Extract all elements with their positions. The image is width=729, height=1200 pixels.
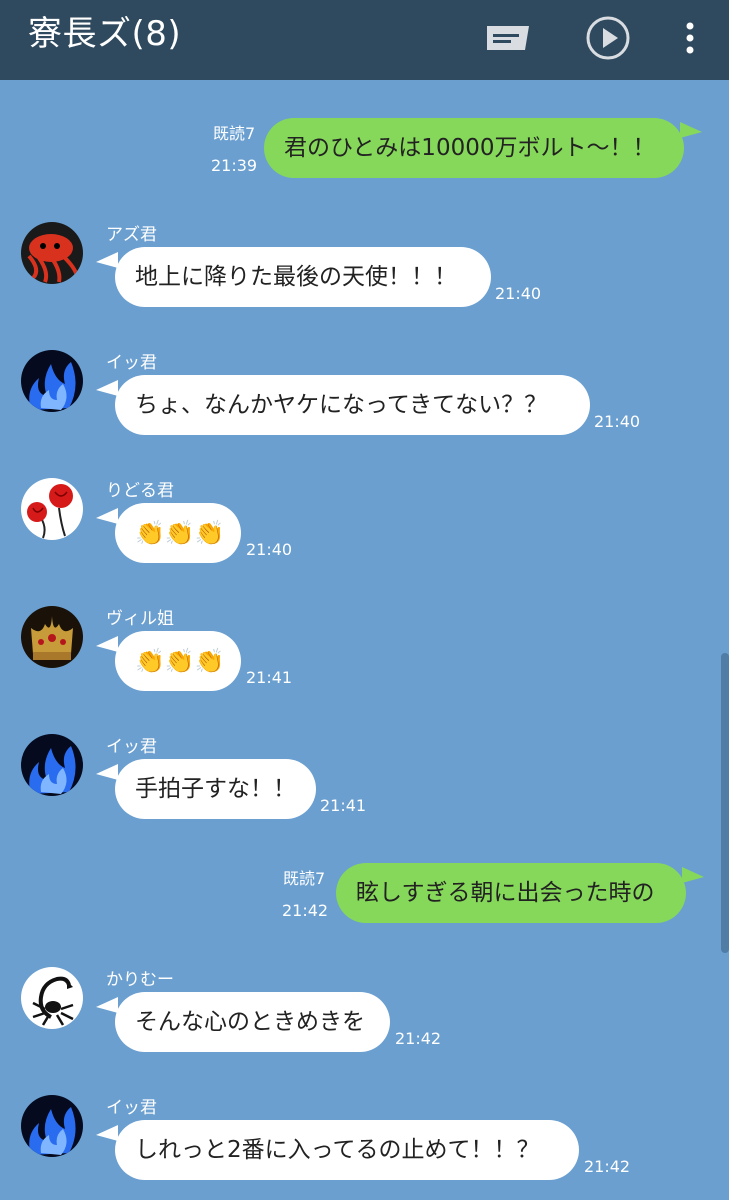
chat-header: 寮長ズ(8)	[0, 0, 729, 80]
bubble-tail	[96, 636, 118, 652]
message-row-incoming: イッ君 手拍子すな！！ 21:41	[0, 734, 729, 824]
read-receipt: 既読7	[283, 869, 326, 888]
message-bubble[interactable]: 地上に降りた最後の天使！！！	[115, 247, 491, 307]
play-icon[interactable]	[584, 14, 632, 62]
roses-avatar[interactable]	[21, 478, 83, 540]
bubble-tail	[96, 252, 118, 268]
message-time: 21:40	[246, 540, 293, 559]
message-time: 21:41	[246, 668, 293, 687]
message-time: 21:41	[320, 796, 367, 815]
message-bubble[interactable]: 👏👏👏	[115, 503, 241, 563]
octopus-avatar[interactable]	[21, 222, 83, 284]
message-row-incoming: イッ君 しれっと2番に入ってるの止めて！！？ 21:42	[0, 1095, 729, 1185]
bubble-tail	[96, 508, 118, 524]
message-row-incoming: アズ君 地上に降りた最後の天使！！！ 21:40	[0, 222, 729, 312]
bubble-tail	[96, 1125, 118, 1141]
sender-name: かりむー	[106, 970, 174, 990]
read-receipt: 既読7	[213, 124, 256, 143]
sender-name: イッ君	[106, 737, 157, 757]
blue-flame-avatar[interactable]	[21, 734, 83, 796]
blue-flame-avatar[interactable]	[21, 1095, 83, 1157]
crown-avatar[interactable]	[21, 606, 83, 668]
message-bubble[interactable]: ちょ、なんかヤケになってきてない？？	[115, 375, 590, 435]
message-bubble[interactable]: しれっと2番に入ってるの止めて！！？	[115, 1120, 579, 1180]
bubble-tail	[96, 997, 118, 1013]
message-time: 21:42	[395, 1029, 442, 1048]
blue-flame-avatar[interactable]	[21, 350, 83, 412]
sender-name: ヴィル姐	[106, 609, 174, 629]
message-bubble[interactable]: 眩しすぎる朝に出会った時の	[336, 863, 686, 923]
scorpion-avatar[interactable]	[21, 967, 83, 1029]
message-bubble[interactable]: 君のひとみは10000万ボルト〜！！	[264, 118, 684, 178]
message-bubble[interactable]: 👏👏👏	[115, 631, 241, 691]
sender-name: イッ君	[106, 1098, 157, 1118]
message-time: 21:39	[211, 156, 258, 175]
more-vertical-icon[interactable]	[666, 14, 714, 62]
message-row-incoming: イッ君 ちょ、なんかヤケになってきてない？？ 21:40	[0, 350, 729, 440]
message-time: 21:40	[594, 412, 641, 431]
sender-name: アズ君	[106, 225, 157, 245]
chat-title: 寮長ズ(8)	[28, 14, 182, 54]
message-time: 21:42	[282, 901, 329, 920]
message-row-outgoing: 既読7 21:42 眩しすぎる朝に出会った時の	[0, 863, 729, 933]
message-row-incoming: かりむー そんな心のときめきを 21:42	[0, 967, 729, 1057]
message-row-incoming: りどる君 👏👏👏 21:40	[0, 478, 729, 568]
bubble-tail	[682, 867, 704, 883]
message-row-incoming: ヴィル姐 👏👏👏 21:41	[0, 606, 729, 696]
bubble-tail	[96, 380, 118, 396]
bubble-tail	[96, 764, 118, 780]
message-time: 21:42	[584, 1157, 631, 1176]
note-icon[interactable]	[484, 14, 532, 62]
message-time: 21:40	[495, 284, 542, 303]
message-row-outgoing: 既読7 21:39 君のひとみは10000万ボルト〜！！	[0, 118, 729, 188]
message-bubble[interactable]: そんな心のときめきを	[115, 992, 390, 1052]
bubble-tail	[680, 122, 702, 138]
message-bubble[interactable]: 手拍子すな！！	[115, 759, 316, 819]
sender-name: りどる君	[106, 481, 174, 501]
sender-name: イッ君	[106, 353, 157, 373]
